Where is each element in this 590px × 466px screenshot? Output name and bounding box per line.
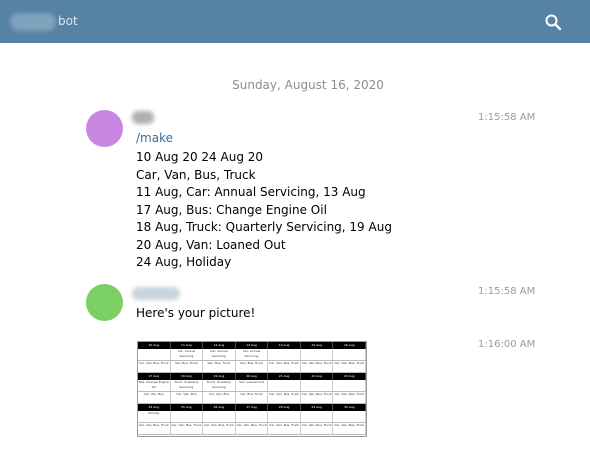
picture-cell (268, 411, 301, 422)
message-line: 17 Aug, Bus: Change Engine Oil (136, 202, 327, 217)
picture-cell: Car, Van, Bus (138, 392, 171, 403)
picture-cell: Van, Bus, Truck (236, 361, 269, 372)
picture-cell: Car, Van, Bus, Truck (268, 361, 301, 372)
picture-cell: 18 Aug (171, 373, 204, 380)
picture-row: Car, Van, Bus, Truck Van, Bus, Truck Van, … (138, 361, 367, 373)
picture-cell: Car, Van, Bus, Truck (301, 423, 334, 434)
picture-cell: Car, Van, Bus, Truck (333, 361, 367, 372)
picture-cell: Truck: Quarterly Servicing (171, 380, 204, 391)
picture-cell: 27 Aug (236, 404, 269, 411)
picture-cell: 26 Aug (203, 404, 236, 411)
picture-cell: 24 Aug (138, 404, 171, 411)
picture-cell: 17 Aug (138, 373, 171, 380)
picture-header-row: 17 Aug 18 Aug 19 Aug 20 Aug 21 Aug 22 Aug 23 A… (138, 373, 367, 380)
picture-cell: Holiday (138, 411, 171, 422)
picture-row: Holiday (138, 411, 367, 423)
picture-cell (236, 411, 269, 422)
picture-cell: 19 Aug (203, 373, 236, 380)
picture-row: Car, Van, Bus, Truck Car, Van, Bus, Truck… (138, 423, 367, 435)
message-timestamp: 1:15:58 AM (478, 286, 536, 297)
picture-cell: 11 Aug (171, 342, 204, 349)
picture-cell (171, 411, 204, 422)
message-line: 20 Aug, Van: Loaned Out (136, 237, 286, 252)
picture-cell: 13 Aug (236, 342, 269, 349)
picture-row: Bus: Change Engine Oil Truck: Quarterly S… (138, 380, 367, 392)
chat-header: bot (0, 0, 590, 43)
avatar[interactable] (86, 110, 123, 147)
picture-row: Car, Van, Bus Car, Van, Bus Car, Van, Bus C… (138, 392, 367, 404)
message-line: 11 Aug, Car: Annual Servicing, 13 Aug (136, 185, 366, 199)
schedule-picture[interactable]: 10 Aug 11 Aug 12 Aug 13 Aug 14 Aug 15 Aug 16 A… (137, 341, 367, 437)
picture-cell: 15 Aug (301, 342, 334, 349)
picture-cell: Car, Van, Bus, Truck (138, 361, 171, 372)
message-text: Here's your picture! (136, 306, 256, 320)
picture-cell (333, 349, 367, 360)
picture-row: Car: Annual Servicing Car: Annual Servici… (138, 349, 367, 361)
picture-header-row: 10 Aug 11 Aug 12 Aug 13 Aug 14 Aug 15 Aug 16 A… (138, 342, 367, 349)
picture-cell (138, 349, 171, 360)
date-separator: Sunday, August 16, 2020 (232, 78, 384, 92)
message-timestamp: 1:15:58 AM (478, 112, 536, 123)
picture-cell: Car: Annual Servicing (203, 349, 236, 360)
picture-cell: Car: Annual Servicing (171, 349, 204, 360)
message-timestamp: 1:16:00 AM (478, 339, 536, 350)
sender-name-redacted (132, 111, 154, 124)
picture-cell: Truck: Quarterly Servicing (203, 380, 236, 391)
picture-cell: Car, Bus, Truck (236, 392, 269, 403)
picture-cell: Car, Van, Bus, Truck (301, 361, 334, 372)
picture-cell (301, 380, 334, 391)
picture-cell: 23 Aug (333, 373, 367, 380)
bot-name-redacted (10, 13, 56, 31)
search-icon[interactable] (544, 13, 562, 31)
picture-cell: 10 Aug (138, 342, 171, 349)
picture-cell (268, 380, 301, 391)
picture-cell: Car, Van, Bus (203, 392, 236, 403)
picture-cell: 21 Aug (268, 373, 301, 380)
picture-cell: Van, Bus, Truck (171, 361, 204, 372)
picture-cell: 12 Aug (203, 342, 236, 349)
picture-cell: 14 Aug (268, 342, 301, 349)
picture-cell: 20 Aug (236, 373, 269, 380)
picture-cell: 30 Aug (333, 404, 367, 411)
picture-cell: Car, Van, Bus, Truck (268, 423, 301, 434)
picture-cell: Car, Van, Bus, Truck (301, 392, 334, 403)
picture-cell: 29 Aug (301, 404, 334, 411)
picture-cell: 28 Aug (268, 404, 301, 411)
picture-cell: Car, Van, Bus, Truck (333, 423, 367, 434)
picture-cell: 16 Aug (333, 342, 367, 349)
message-line: 18 Aug, Truck: Quarterly Servicing, 19 A… (136, 220, 392, 234)
message-line: 24 Aug, Holiday (136, 255, 232, 269)
picture-cell (203, 411, 236, 422)
picture-cell (268, 349, 301, 360)
picture-cell: Car: Annual Servicing (236, 349, 269, 360)
picture-cell: Car, Van, Bus, Truck (333, 392, 367, 403)
command-link[interactable]: /make (136, 131, 173, 145)
picture-cell: Car, Van, Bus (171, 392, 204, 403)
bot-name[interactable]: bot (58, 14, 78, 28)
picture-cell: Car, Van, Bus, Truck (268, 392, 301, 403)
message-line: Car, Van, Bus, Truck (136, 167, 256, 182)
picture-cell: 22 Aug (301, 373, 334, 380)
picture-header-row: 24 Aug 25 Aug 26 Aug 27 Aug 28 Aug 29 Aug 30 A… (138, 404, 367, 411)
message-text: 10 Aug 20 24 Aug 20 Car, Van, Bus, Truck 1… (136, 149, 392, 272)
picture-cell: Bus: Change Engine Oil (138, 380, 171, 391)
picture-cell: Car, Van, Bus, Truck (236, 423, 269, 434)
picture-cell: Car, Van, Bus, Truck (203, 423, 236, 434)
picture-cell: Car, Van, Bus, Truck (171, 423, 204, 434)
picture-cell: 25 Aug (171, 404, 204, 411)
picture-cell (333, 380, 367, 391)
picture-cell: Van, Bus, Truck (203, 361, 236, 372)
picture-cell (301, 411, 334, 422)
picture-cell: Van: Loaned Out (236, 380, 269, 391)
sender-name-redacted (132, 287, 180, 300)
avatar[interactable] (86, 284, 123, 321)
picture-cell (301, 349, 334, 360)
picture-cell: Car, Van, Bus, Truck (138, 423, 171, 434)
message-line: 10 Aug 20 24 Aug 20 (136, 150, 264, 164)
picture-cell (333, 411, 367, 422)
